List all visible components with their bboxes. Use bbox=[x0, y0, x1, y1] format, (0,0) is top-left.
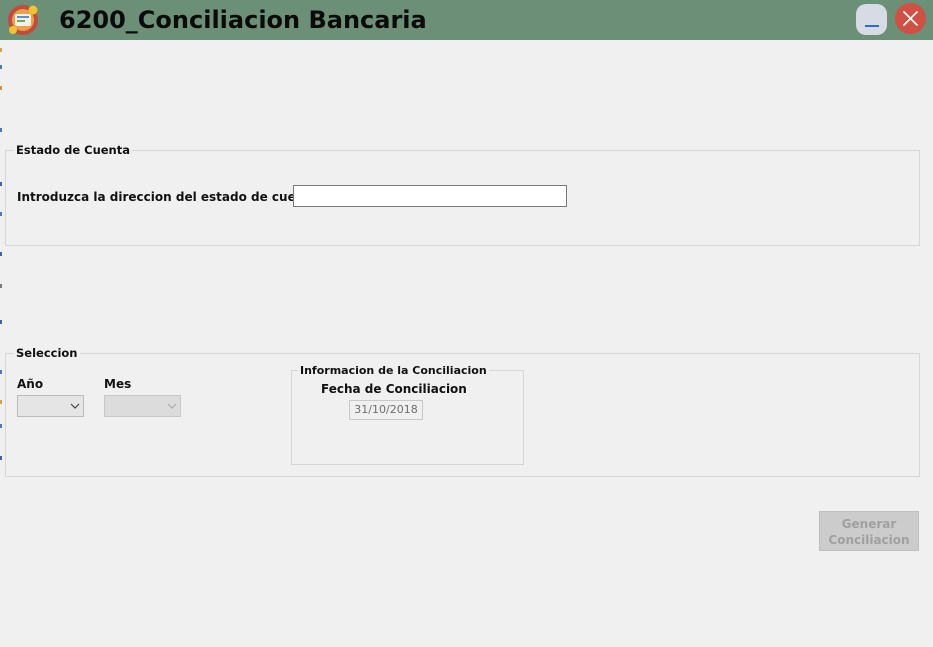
minimize-icon bbox=[865, 25, 879, 27]
edge-marker bbox=[0, 48, 2, 52]
edge-marker bbox=[0, 400, 2, 404]
edge-marker bbox=[0, 320, 2, 324]
accounting-app-icon bbox=[6, 3, 40, 37]
info-conciliacion-group-title: Informacion de la Conciliacion bbox=[298, 364, 489, 377]
edge-marker bbox=[0, 370, 2, 374]
seleccion-group-title: Seleccion bbox=[14, 346, 80, 360]
year-label: Año bbox=[17, 377, 44, 391]
window-title: 6200_Conciliacion Bancaria bbox=[59, 6, 427, 34]
edge-marker bbox=[0, 424, 2, 428]
close-icon bbox=[903, 11, 918, 26]
month-select[interactable] bbox=[104, 395, 181, 417]
generate-button-label-line1: Generar bbox=[841, 517, 897, 531]
app-window: 6200_Conciliacion Bancaria Estado de Cue… bbox=[0, 0, 933, 647]
estado-cuenta-group-title: Estado de Cuenta bbox=[14, 143, 133, 157]
generate-reconciliation-button[interactable]: Generar Conciliacion bbox=[819, 511, 919, 551]
chevron-down-icon bbox=[70, 403, 80, 409]
title-bar: 6200_Conciliacion Bancaria bbox=[0, 0, 933, 40]
minimize-button[interactable] bbox=[856, 4, 887, 35]
fecha-conciliacion-value: 31/10/2018 bbox=[349, 400, 423, 420]
edge-marker bbox=[0, 86, 2, 90]
statement-path-input[interactable] bbox=[293, 185, 567, 207]
month-label: Mes bbox=[104, 377, 132, 391]
generate-button-label-line2: Conciliacion bbox=[828, 533, 910, 547]
fecha-conciliacion-label: Fecha de Conciliacion bbox=[321, 382, 467, 396]
edge-marker bbox=[0, 252, 2, 256]
edge-marker bbox=[0, 128, 2, 132]
close-button[interactable] bbox=[895, 3, 926, 34]
edge-marker bbox=[0, 212, 2, 216]
statement-path-label: Introduzca la direccion del estado de cu… bbox=[17, 190, 319, 204]
edge-marker bbox=[0, 182, 2, 186]
edge-marker bbox=[0, 456, 2, 460]
edge-marker bbox=[0, 65, 2, 69]
window-left-edge bbox=[0, 40, 2, 647]
edge-marker bbox=[0, 284, 2, 288]
year-select[interactable] bbox=[17, 395, 84, 417]
chevron-down-icon bbox=[167, 403, 177, 409]
